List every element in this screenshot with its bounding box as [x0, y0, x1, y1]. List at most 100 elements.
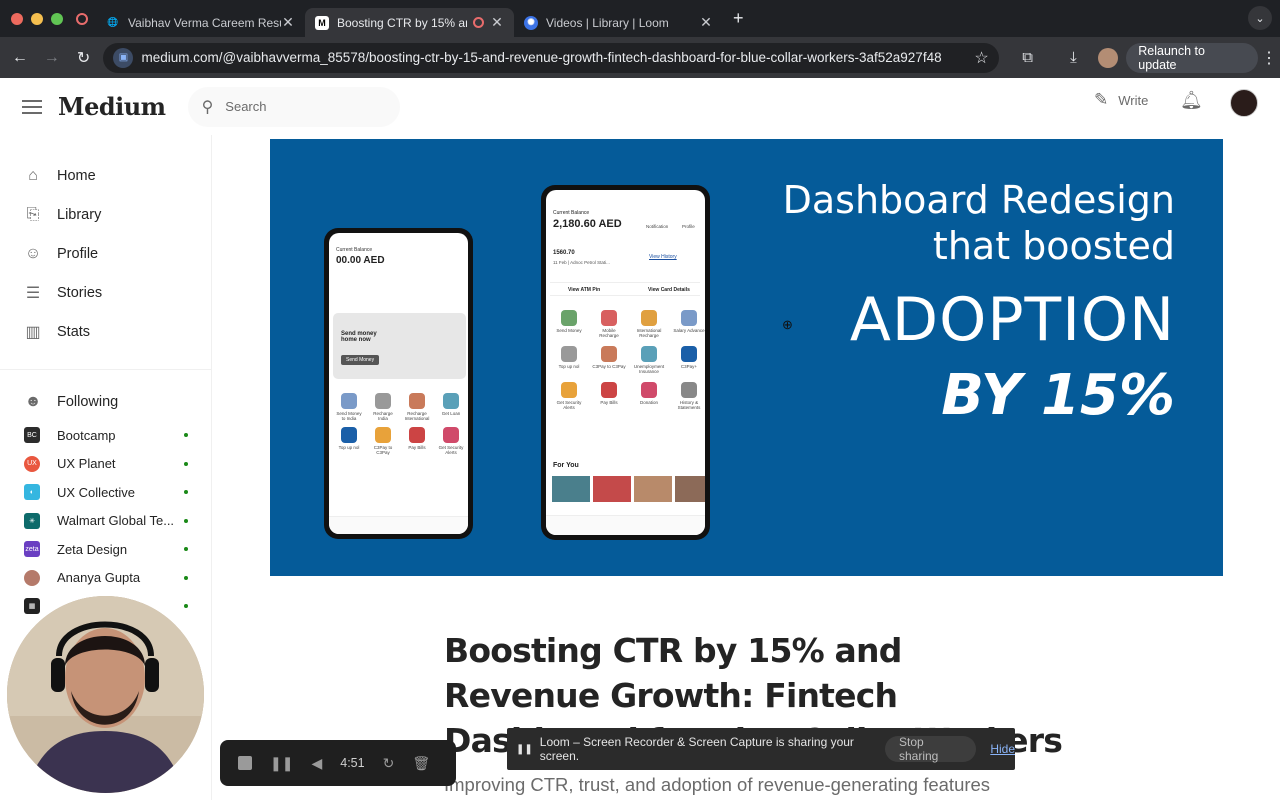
pause-recording-icon[interactable]: ❚❚: [270, 755, 293, 772]
globe-icon: 🌐: [107, 17, 119, 27]
new-posts-dot: [184, 518, 188, 523]
address-bar[interactable]: ▣ medium.com/@vaibhavverma_85578/boostin…: [103, 42, 999, 73]
notifications-bell-icon[interactable]: 🔔︎: [1180, 90, 1203, 111]
sidebar-item-library[interactable]: ⎘ Library: [0, 195, 211, 234]
hamburger-menu-icon[interactable]: [22, 99, 42, 114]
screen-root: 🌐 Vaibhav Verma Careem Resu ✕ M Boosting…: [0, 0, 1280, 800]
mute-icon[interactable]: ◀: [311, 755, 322, 772]
restart-icon[interactable]: ↻: [383, 755, 395, 772]
stop-sharing-button[interactable]: Stop sharing: [885, 735, 977, 763]
write-button[interactable]: ✎ Write: [1094, 90, 1148, 110]
zeta-logo-icon: zeta: [24, 541, 40, 558]
app-shortcut: Salary Advance: [672, 310, 705, 338]
bookmark-star-icon[interactable]: ☆: [974, 48, 988, 68]
phone-screen-right: Current Balance 2,180.60 AED Notificatio…: [546, 190, 705, 535]
app-shortcut-label: Pay Bills: [408, 445, 426, 450]
hero-percentage: BY 15%: [941, 363, 1175, 428]
close-window-button[interactable]: [11, 12, 23, 25]
app-shortcut: Mobile Recharge: [592, 310, 626, 338]
new-tab-button[interactable]: +: [733, 8, 744, 29]
app-shortcut-icon: [681, 346, 697, 362]
app-shortcut: History & Statements: [672, 382, 705, 410]
maximize-window-button[interactable]: [51, 12, 63, 25]
medium-logo[interactable]: Medium: [58, 92, 166, 121]
app-shortcut: Get Security Alerts: [552, 382, 586, 410]
download-icon[interactable]: ⤓: [1057, 49, 1091, 66]
tab-search-chevron-icon[interactable]: ⌄: [1248, 6, 1272, 30]
webcam-bubble[interactable]: [7, 596, 204, 793]
back-arrow-icon[interactable]: ←: [4, 49, 36, 67]
following-item-zeta-design[interactable]: zeta Zeta Design: [0, 535, 211, 564]
app-shortcut-icon: [641, 310, 657, 326]
close-tab-icon[interactable]: ✕: [490, 14, 504, 31]
reload-icon[interactable]: ↻: [68, 48, 100, 68]
app-shortcut-label: Salary Advance: [673, 328, 705, 333]
medium-favicon-icon: M: [315, 15, 329, 30]
new-posts-dot: [184, 547, 188, 551]
sidebar-item-stats[interactable]: ▥ Stats: [0, 312, 211, 351]
new-posts-dot: [184, 604, 188, 608]
search-input[interactable]: ⚲ Search: [187, 86, 400, 127]
app-shortcut-icon: [375, 427, 391, 443]
right-bottom-nav: [546, 515, 705, 535]
app-shortcut-icon: [681, 310, 697, 326]
phone-mockup-left: Current Balance 00.00 AED Send money hom…: [324, 228, 473, 539]
chrome-profile-avatar[interactable]: [1098, 47, 1119, 68]
app-shortcut-icon: [681, 382, 697, 398]
app-shortcut-icon: [443, 427, 459, 443]
tab-medium-article[interactable]: M Boosting CTR by 15% and ✕: [305, 8, 514, 37]
bootcamp-logo-icon: BC: [24, 427, 40, 444]
following-item-ux-collective[interactable]: ◐ UX Collective: [0, 478, 211, 507]
app-shortcut: Donation: [632, 382, 666, 410]
app-shortcut: Recharge International: [403, 393, 431, 421]
new-posts-dot: [184, 575, 188, 580]
app-shortcut-label: Get Security Alerts: [556, 400, 582, 410]
following-item-bootcamp[interactable]: BC Bootcamp: [0, 421, 211, 450]
app-shortcut: Recharge India: [369, 393, 397, 421]
app-shortcut-label: Send Money to India: [336, 411, 362, 421]
hide-sharing-bar-button[interactable]: Hide: [990, 742, 1015, 756]
app-shortcut: Send Money: [552, 310, 586, 338]
zoom-cursor-icon: ⊕: [782, 317, 793, 332]
tab-loom-library[interactable]: ✺ Videos | Library | Loom ✕: [514, 8, 723, 37]
window-controls: [0, 12, 78, 25]
app-shortcut-icon: [409, 393, 425, 409]
app-shortcut-label: Pay Bills: [600, 400, 618, 405]
following-item-walmart[interactable]: ✳ Walmart Global Te...: [0, 507, 211, 536]
right-app-grid: Send Money Mobile Recharge International R…: [552, 310, 705, 410]
site-info-icon[interactable]: ▣: [113, 47, 134, 68]
chrome-menu-icon[interactable]: ⋮: [1258, 48, 1280, 68]
app-shortcut-icon: [561, 346, 577, 362]
sidebar-item-home[interactable]: ⌂ Home: [0, 156, 211, 195]
sidebar-item-profile[interactable]: ☺ Profile: [0, 234, 211, 273]
people-icon: ☻: [24, 392, 42, 410]
close-tab-icon[interactable]: ✕: [699, 14, 713, 31]
stop-recording-icon[interactable]: [238, 756, 252, 770]
left-promo-card: Send money home now Send Money: [333, 313, 466, 379]
sidebar-item-stories[interactable]: ☰ Stories: [0, 273, 211, 312]
user-avatar[interactable]: [1230, 89, 1258, 117]
app-shortcut: Pay Bills: [592, 382, 626, 410]
delete-trash-icon[interactable]: 🗑︎: [412, 755, 430, 772]
new-posts-dot: [184, 433, 188, 437]
forward-arrow-icon[interactable]: →: [36, 49, 68, 67]
app-shortcut-icon: [601, 382, 617, 398]
tab-resume[interactable]: 🌐 Vaibhav Verma Careem Resu ✕: [96, 8, 305, 37]
following-item-ux-planet[interactable]: UX UX Planet: [0, 450, 211, 479]
minimize-window-button[interactable]: [31, 12, 43, 25]
document-icon: ☰: [25, 284, 41, 302]
sidebar-item-following[interactable]: ☻ Following: [0, 382, 211, 421]
app-shortcut-label: International Recharge: [636, 328, 662, 338]
app-shortcut-label: Top up nol: [338, 445, 360, 450]
write-pencil-icon: ✎: [1094, 90, 1109, 109]
app-shortcut-label: Get Security Alerts: [438, 445, 464, 455]
app-shortcut: Get Loan: [437, 393, 465, 421]
close-tab-icon[interactable]: ✕: [281, 14, 295, 31]
left-balance-value: 00.00 AED: [336, 255, 385, 266]
app-shortcut-label: Mobile Recharge: [599, 328, 619, 338]
relaunch-button[interactable]: Relaunch to update: [1126, 42, 1259, 73]
extensions-puzzle-icon[interactable]: ⧉: [1011, 49, 1045, 66]
ux-planet-logo-icon: UX: [24, 455, 40, 472]
following-item-ananya-gupta[interactable]: Ananya Gupta: [0, 564, 211, 593]
loom-recorder-controls: ❚❚ ◀ 4:51 ↻ 🗑︎: [220, 740, 456, 786]
